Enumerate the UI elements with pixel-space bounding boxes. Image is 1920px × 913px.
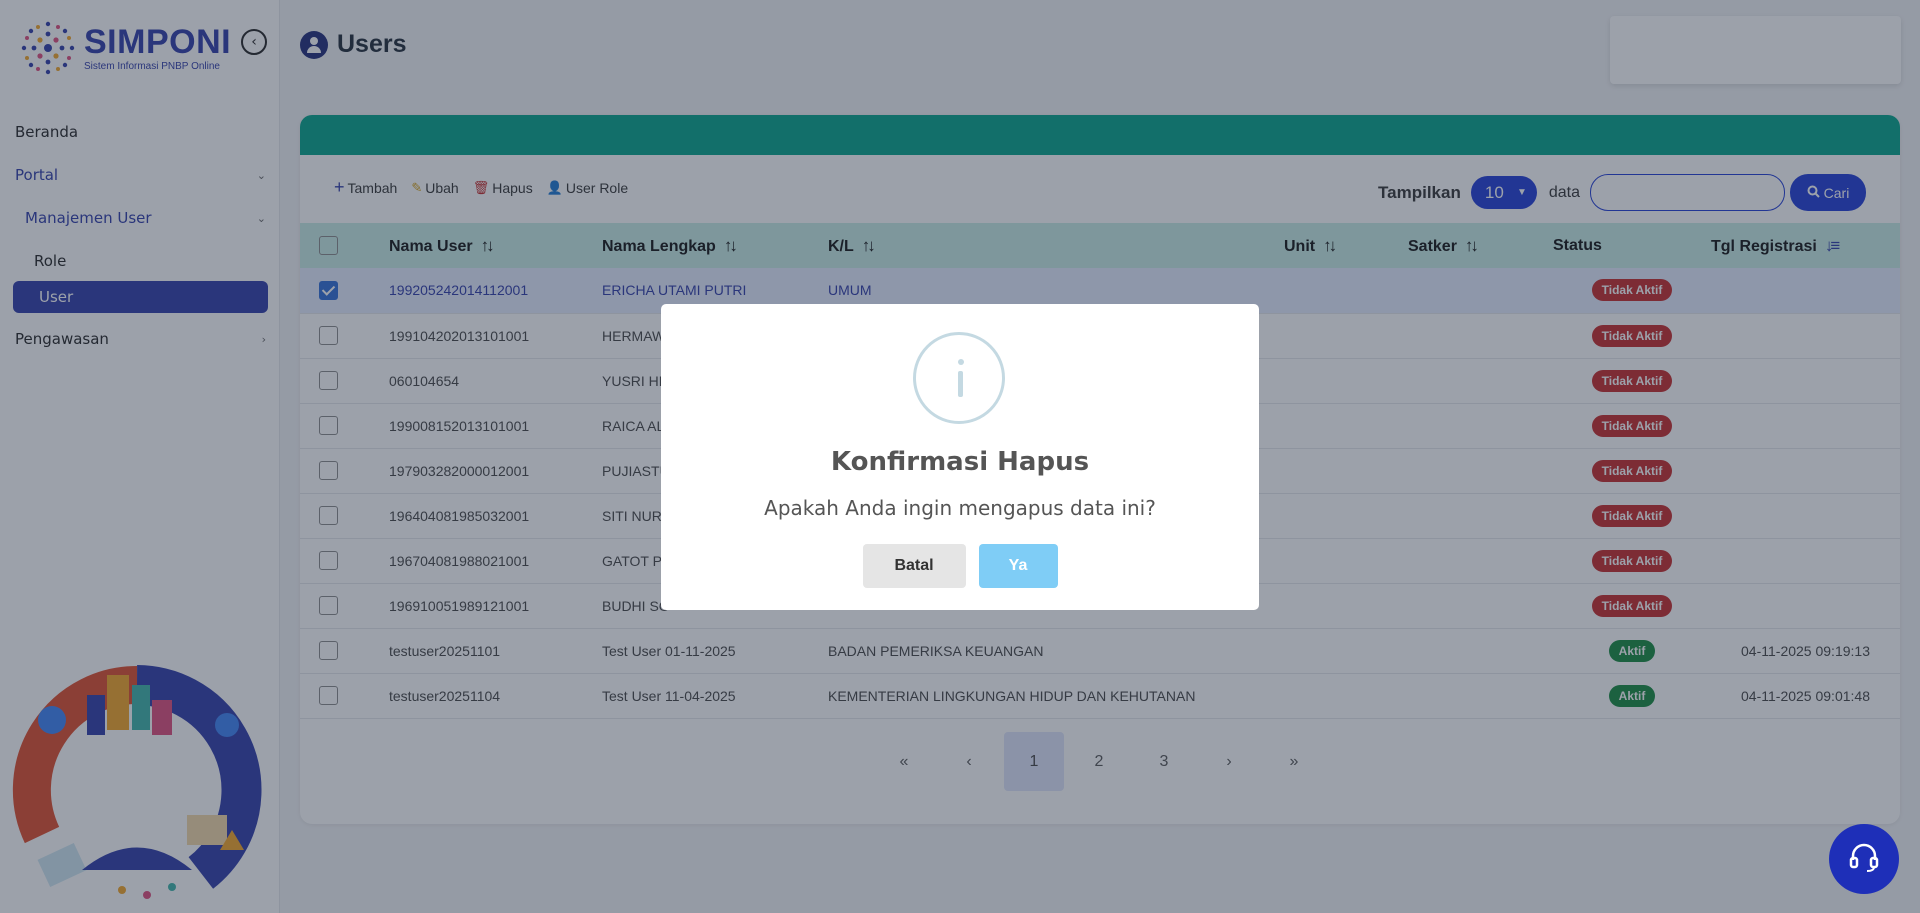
confirm-button[interactable]: Ya bbox=[978, 544, 1058, 588]
dialog-title: Konfirmasi Hapus bbox=[830, 447, 1090, 477]
info-icon bbox=[913, 332, 1005, 424]
dialog-message: Apakah Anda ingin mengapus data ini? bbox=[764, 496, 1156, 520]
headset-icon bbox=[1847, 840, 1881, 878]
confirm-delete-dialog: Konfirmasi Hapus Apakah Anda ingin menga… bbox=[661, 304, 1259, 610]
support-button[interactable] bbox=[1829, 824, 1899, 894]
cancel-button[interactable]: Batal bbox=[862, 544, 966, 588]
